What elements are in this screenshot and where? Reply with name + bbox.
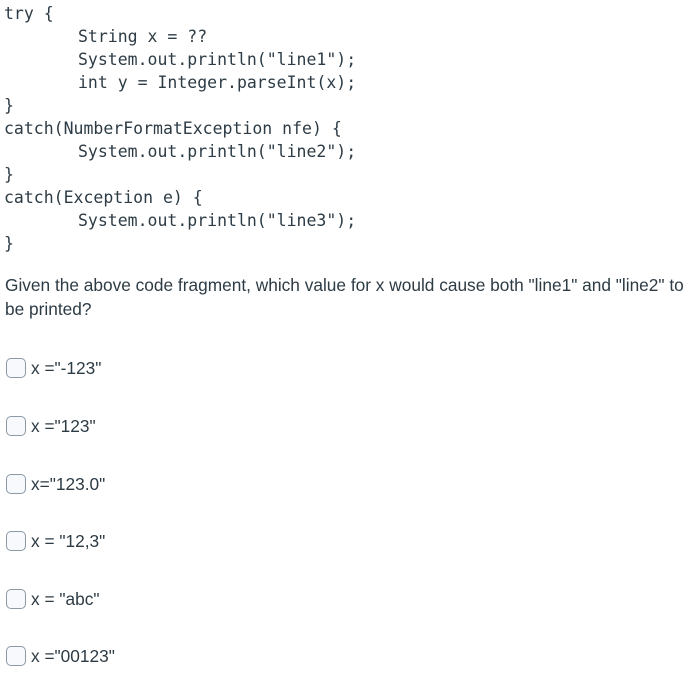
code-line: catch(NumberFormatException nfe) {: [4, 119, 342, 138]
question-text: Given the above code fragment, which val…: [5, 275, 684, 319]
code-line: System.out.println("line3");: [78, 211, 357, 230]
checkbox[interactable]: [6, 416, 26, 436]
code-line: System.out.println("line1");: [78, 50, 357, 69]
answer-option[interactable]: x ="00123": [6, 645, 115, 667]
answer-option[interactable]: x = "abc": [6, 588, 99, 610]
code-line: }: [4, 96, 14, 115]
code-line: System.out.println("line2");: [78, 142, 357, 161]
code-fragment: try { String x = ?? System.out.println("li…: [4, 2, 356, 255]
code-line: }: [4, 234, 14, 253]
checkbox[interactable]: [6, 358, 26, 378]
code-line: }: [4, 165, 14, 184]
answer-option-label: x ="123": [31, 415, 96, 436]
code-line: int y = Integer.parseInt(x);: [78, 73, 357, 92]
code-line: String x = ??: [78, 27, 208, 46]
checkbox[interactable]: [6, 531, 26, 551]
checkbox[interactable]: [6, 474, 26, 494]
answer-option-label: x="123.0": [31, 473, 106, 494]
answer-option[interactable]: x ="123": [6, 415, 96, 437]
code-line: catch(Exception e) {: [4, 188, 203, 207]
answer-option[interactable]: x="123.0": [6, 473, 105, 495]
code-line: try {: [4, 4, 54, 23]
checkbox[interactable]: [6, 589, 26, 609]
answer-option-label: x = "abc": [31, 588, 100, 609]
answer-option-label: x = "12,3": [31, 530, 106, 551]
answer-option[interactable]: x = "12,3": [6, 530, 105, 552]
answer-option[interactable]: x ="-123": [6, 357, 101, 379]
checkbox[interactable]: [6, 646, 26, 666]
answer-option-label: x ="00123": [31, 645, 115, 666]
answer-option-label: x ="-123": [31, 357, 102, 378]
